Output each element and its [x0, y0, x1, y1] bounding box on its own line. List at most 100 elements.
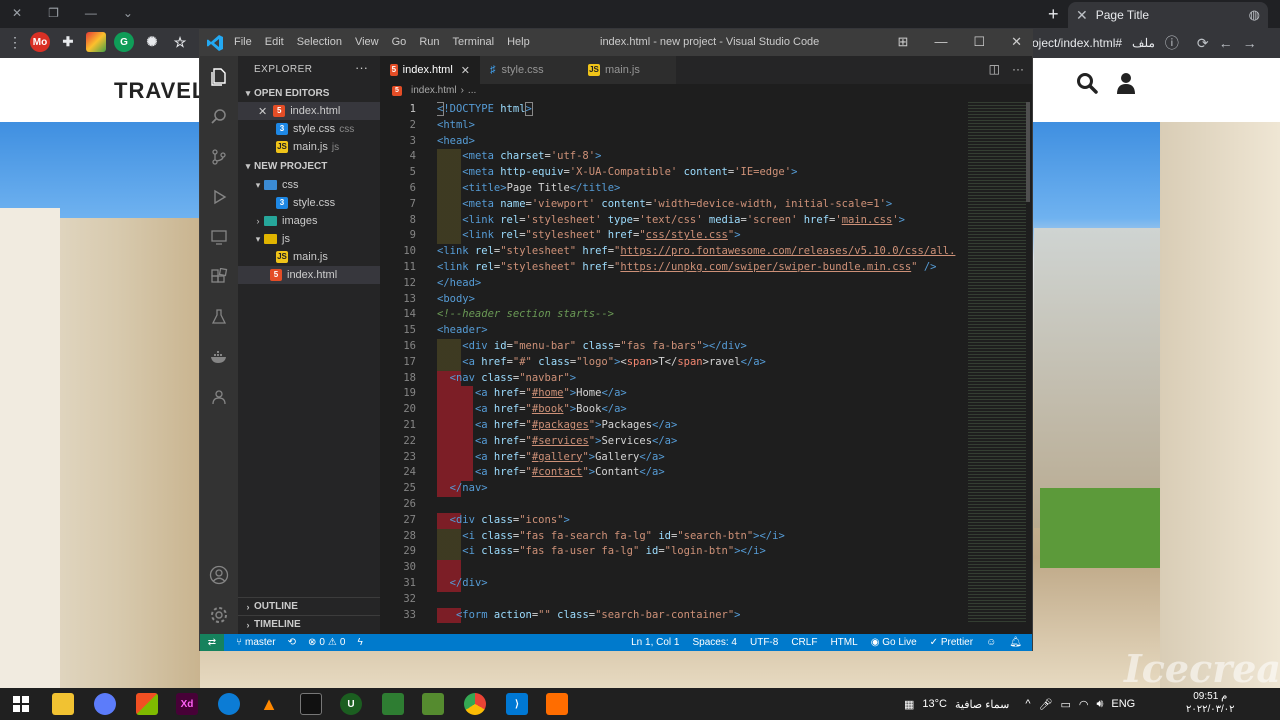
- open-editor-item-index[interactable]: ✕ 5 index.html: [238, 102, 380, 120]
- minimap[interactable]: [968, 102, 1026, 622]
- terminal-icon[interactable]: [300, 693, 322, 715]
- run-debug-icon[interactable]: [208, 186, 230, 208]
- forward-arrow-icon[interactable]: →: [1243, 35, 1257, 51]
- tab-index-html[interactable]: 5 index.html ✕: [380, 56, 480, 84]
- line-ending[interactable]: CRLF: [791, 637, 817, 648]
- close-icon[interactable]: ✕: [461, 64, 470, 77]
- menu-item-go[interactable]: Go: [392, 36, 407, 48]
- breadcrumb-file[interactable]: index.html: [411, 85, 457, 96]
- tree-item-images-folder[interactable]: › images: [238, 212, 380, 230]
- open-editors-section[interactable]: ▾ OPEN EDITORS: [238, 84, 380, 102]
- close-icon[interactable]: ✕: [12, 6, 22, 20]
- split-editor-icon[interactable]: ◫: [989, 62, 1000, 76]
- windows-start-icon[interactable]: [10, 693, 32, 715]
- kebab-menu-icon[interactable]: ⋮: [8, 34, 22, 51]
- grammarly-icon[interactable]: G: [114, 32, 134, 52]
- back-arrow-icon[interactable]: ←: [1219, 35, 1233, 51]
- upwork-icon[interactable]: U: [340, 693, 362, 715]
- docker-icon[interactable]: [208, 346, 230, 368]
- layout-icon[interactable]: ⊞: [898, 34, 909, 50]
- live-share-icon[interactable]: [208, 386, 230, 408]
- source-control-icon[interactable]: [208, 146, 230, 168]
- extension-icon[interactable]: [86, 32, 106, 52]
- menu-item-selection[interactable]: Selection: [297, 36, 342, 48]
- chevron-up-icon[interactable]: ^: [1025, 698, 1030, 710]
- bell-icon[interactable]: 🔔︎: [1009, 637, 1022, 648]
- star-icon[interactable]: ☆: [170, 32, 190, 52]
- temperature[interactable]: 13°C: [922, 698, 947, 710]
- branch-status[interactable]: ⑂ master: [236, 637, 276, 648]
- app-icon[interactable]: [382, 693, 404, 715]
- file-explorer-icon[interactable]: [52, 693, 74, 715]
- new-tab-button[interactable]: +: [1048, 4, 1059, 25]
- paint-icon[interactable]: [94, 693, 116, 715]
- tree-item-index-html[interactable]: 5 index.html: [238, 266, 380, 284]
- settings-gear-icon[interactable]: [208, 604, 230, 626]
- more-actions-icon[interactable]: ···: [1012, 62, 1024, 76]
- clock[interactable]: 09:51 م ٢٠٢٢/٠٣/٠٢: [1186, 690, 1235, 716]
- tab-main-js[interactable]: JS main.js: [578, 56, 676, 84]
- app-icon[interactable]: [422, 693, 444, 715]
- menu-item-terminal[interactable]: Terminal: [453, 36, 495, 48]
- gear-icon[interactable]: ✺: [142, 32, 162, 52]
- sync-icon[interactable]: ⟲: [288, 637, 296, 648]
- tree-item-css-folder[interactable]: ▾ css: [238, 176, 380, 194]
- menu-item-run[interactable]: Run: [419, 36, 439, 48]
- input-language[interactable]: ENG: [1111, 698, 1135, 710]
- restore-icon[interactable]: ❐: [48, 6, 59, 20]
- breadcrumb-more[interactable]: ...: [468, 85, 476, 96]
- store-icon[interactable]: [136, 693, 158, 715]
- minimize-icon[interactable]: —: [85, 6, 97, 20]
- scrollbar[interactable]: [1026, 102, 1030, 202]
- profile-avatar[interactable]: Mo: [30, 32, 50, 52]
- files-icon[interactable]: [208, 66, 230, 88]
- chrome-icon[interactable]: [464, 693, 486, 715]
- wifi-icon[interactable]: ◠: [1079, 698, 1089, 711]
- encoding[interactable]: UTF-8: [750, 637, 778, 648]
- timeline-section[interactable]: › TIMELINE: [238, 615, 380, 633]
- tree-item-js-folder[interactable]: ▾ js: [238, 230, 380, 248]
- app-icon[interactable]: [546, 693, 568, 715]
- search-icon[interactable]: [1076, 72, 1098, 94]
- project-section[interactable]: ▾ NEW PROJECT: [238, 157, 380, 175]
- go-live-button[interactable]: ◉ Go Live: [871, 637, 917, 648]
- close-icon[interactable]: ✕: [258, 105, 267, 118]
- code-content[interactable]: <!DOCTYPE html> <html> <head> <meta char…: [437, 102, 963, 634]
- edge-icon[interactable]: [218, 693, 240, 715]
- vlc-icon[interactable]: ▲: [258, 693, 280, 715]
- open-editor-item-style[interactable]: 3 style.css css: [238, 120, 380, 138]
- browser-tab[interactable]: ✕ Page Title ◍: [1068, 2, 1268, 28]
- outline-section[interactable]: › OUTLINE: [238, 597, 380, 615]
- open-editor-item-main[interactable]: JS main.js js: [238, 138, 380, 156]
- language-mode[interactable]: HTML: [830, 637, 857, 648]
- remote-explorer-icon[interactable]: [208, 226, 230, 248]
- menu-item-view[interactable]: View: [355, 36, 379, 48]
- info-icon[interactable]: ⓘ: [1165, 33, 1179, 53]
- more-actions-icon[interactable]: ···: [355, 60, 368, 75]
- menu-item-help[interactable]: Help: [507, 36, 530, 48]
- tree-item-style-css[interactable]: 3 style.css: [238, 194, 380, 212]
- problems-status[interactable]: ⊗ 0 ⚠ 0: [308, 637, 345, 648]
- remote-icon[interactable]: ⇄: [200, 634, 224, 651]
- cursor-position[interactable]: Ln 1, Col 1: [631, 637, 679, 648]
- account-icon[interactable]: [208, 564, 230, 586]
- volume-icon[interactable]: 🔊︎: [1096, 698, 1103, 711]
- search-icon[interactable]: [208, 106, 230, 128]
- tab-style-css[interactable]: ♯ style.css: [480, 56, 578, 84]
- close-button[interactable]: ✕: [1011, 34, 1022, 50]
- site-logo[interactable]: TRAVEL: [114, 78, 206, 104]
- user-icon[interactable]: [1116, 72, 1136, 94]
- adobe-xd-icon[interactable]: Xd: [176, 693, 198, 715]
- minimize-button[interactable]: —: [934, 34, 947, 50]
- puzzle-icon[interactable]: ✚: [58, 32, 78, 52]
- address-bar[interactable]: oject/index.html# ملف ⓘ ⟳ ← →: [1032, 32, 1257, 54]
- menu-item-file[interactable]: File: [234, 36, 252, 48]
- maximize-button[interactable]: ☐: [973, 34, 985, 50]
- battery-icon[interactable]: ▭: [1060, 698, 1070, 711]
- reload-icon[interactable]: ⟳: [1197, 35, 1209, 52]
- menu-item-edit[interactable]: Edit: [265, 36, 284, 48]
- feedback-icon[interactable]: ☺: [986, 637, 996, 648]
- mic-icon[interactable]: 🎤︎: [1038, 698, 1052, 711]
- tab-close-icon[interactable]: ✕: [1076, 7, 1088, 24]
- prettier-button[interactable]: ✓ Prettier: [930, 637, 973, 648]
